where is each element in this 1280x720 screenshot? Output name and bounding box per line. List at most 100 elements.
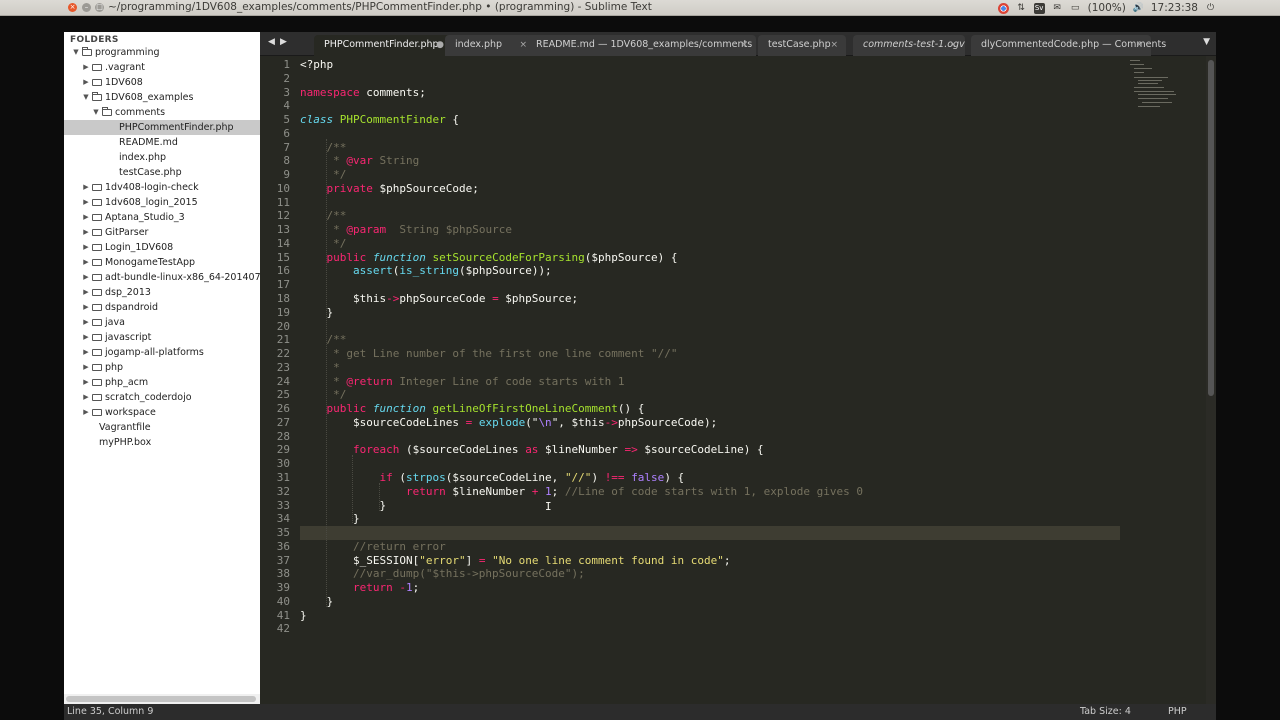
minimap[interactable] (1130, 60, 1190, 110)
editor-tab[interactable]: comments-test-1.ogv × (853, 35, 965, 56)
code-area[interactable]: <?php namespace comments; class PHPComment… (300, 58, 1120, 636)
code-line[interactable]: * (300, 361, 1120, 375)
code-line[interactable]: if (strpos($sourceCodeLine, "//") !== fa… (300, 471, 1120, 485)
folder-item[interactable]: ▶ 1dv608_login_2015 (64, 195, 260, 210)
collapsed-arrow-icon[interactable]: ▶ (82, 330, 90, 345)
code-line[interactable]: $_SESSION["error"] = "No one line commen… (300, 554, 1120, 568)
expanded-arrow-icon[interactable]: ▼ (82, 90, 90, 105)
collapsed-arrow-icon[interactable]: ▶ (82, 390, 90, 405)
window-maximize-button[interactable]: □ (95, 3, 104, 12)
folder-item[interactable]: ▶ scratch_coderdojo (64, 390, 260, 405)
collapsed-arrow-icon[interactable]: ▶ (82, 315, 90, 330)
scrollbar-thumb[interactable] (66, 696, 256, 702)
folder-item[interactable]: ▶ Login_1DV608 (64, 240, 260, 255)
code-line[interactable] (300, 622, 1120, 636)
tab-close-icon[interactable]: × (1135, 35, 1143, 55)
tab-size-selector[interactable]: Tab Size: 4 (1080, 704, 1131, 720)
editor-tab[interactable]: PHPCommentFinder.php ● (314, 35, 452, 56)
mail-icon[interactable]: ✉ (1052, 3, 1063, 14)
unsaved-dot-icon[interactable]: ● (436, 35, 444, 55)
code-line[interactable] (300, 430, 1120, 444)
editor-tab[interactable]: index.php × (445, 35, 535, 56)
collapsed-arrow-icon[interactable]: ▶ (82, 180, 90, 195)
collapsed-arrow-icon[interactable]: ▶ (82, 300, 90, 315)
tab-menu-icon[interactable]: ▼ (1203, 37, 1210, 47)
collapsed-arrow-icon[interactable]: ▶ (82, 285, 90, 300)
folder-item[interactable]: ▶ php (64, 360, 260, 375)
folder-item[interactable]: ▶ workspace (64, 405, 260, 420)
code-line[interactable]: <?php (300, 58, 1120, 72)
code-editor[interactable]: 1 2 3 4 5 6 7 8 9 10 11 12 13 14 15 16 17 18 19 20 21 22 23 24 2… (260, 56, 1216, 704)
keyboard-layout-icon[interactable]: Sv (1033, 2, 1045, 14)
editor-tab[interactable]: dlyCommentedCode.php — Comments × (971, 35, 1166, 56)
folder-item[interactable]: ▼ comments (64, 105, 260, 120)
code-line[interactable] (300, 526, 1120, 540)
folder-item[interactable]: ▶ php_acm (64, 375, 260, 390)
folder-item[interactable]: ▼ 1DV608_examples (64, 90, 260, 105)
file-item[interactable]: README.md (64, 135, 260, 150)
code-line[interactable] (300, 196, 1120, 210)
tab-close-icon[interactable]: × (740, 35, 748, 55)
syntax-selector[interactable]: PHP (1168, 704, 1187, 720)
code-line[interactable]: $sourceCodeLines = explode("\n", $this->… (300, 416, 1120, 430)
code-line[interactable]: assert(is_string($phpSource)); (300, 264, 1120, 278)
tab-scroll-left-icon[interactable]: ◀ (268, 37, 275, 47)
tab-scroll-right-icon[interactable]: ▶ (280, 37, 287, 47)
code-line[interactable] (300, 457, 1120, 471)
code-line[interactable]: } (300, 512, 1120, 526)
folder-item[interactable]: ▶ .vagrant (64, 60, 260, 75)
code-line[interactable]: */ (300, 237, 1120, 251)
code-line[interactable]: * @var String (300, 154, 1120, 168)
chrome-icon[interactable] (997, 2, 1009, 14)
folder-item[interactable]: ▶ GitParser (64, 225, 260, 240)
code-line[interactable]: namespace comments; (300, 86, 1120, 100)
tab-close-icon[interactable]: × (949, 35, 957, 55)
folder-item[interactable]: ▶ jogamp-all-platforms (64, 345, 260, 360)
file-item[interactable]: myPHP.box (64, 435, 260, 450)
code-line[interactable]: * get Line number of the first one line … (300, 347, 1120, 361)
sidebar-horizontal-scrollbar[interactable] (64, 694, 260, 704)
code-line[interactable]: * @return Integer Line of code starts wi… (300, 375, 1120, 389)
folder-item[interactable]: ▶ adt-bundle-linux-x86_64-20140702 (64, 270, 260, 285)
folder-item[interactable]: ▶ Aptana_Studio_3 (64, 210, 260, 225)
folder-item[interactable]: ▶ javascript (64, 330, 260, 345)
volume-icon[interactable]: 🔊 (1133, 3, 1144, 14)
window-minimize-button[interactable]: – (82, 3, 91, 12)
code-line[interactable] (300, 320, 1120, 334)
collapsed-arrow-icon[interactable]: ▶ (82, 75, 90, 90)
code-line[interactable]: return -1; (300, 581, 1120, 595)
code-line[interactable]: //var_dump("$this->phpSourceCode"); (300, 567, 1120, 581)
code-line[interactable]: */ (300, 388, 1120, 402)
editor-tab[interactable]: README.md — 1DV608_examples/comments × (526, 35, 756, 56)
file-item[interactable]: PHPCommentFinder.php (64, 120, 260, 135)
collapsed-arrow-icon[interactable]: ▶ (82, 270, 90, 285)
file-item[interactable]: testCase.php (64, 165, 260, 180)
code-line[interactable]: return $lineNumber + 1; //Line of code s… (300, 485, 1120, 499)
collapsed-arrow-icon[interactable]: ▶ (82, 345, 90, 360)
code-line[interactable] (300, 278, 1120, 292)
editor-tab[interactable]: testCase.php × (758, 35, 846, 56)
collapsed-arrow-icon[interactable]: ▶ (82, 195, 90, 210)
folder-item[interactable]: ▶ MonogameTestApp (64, 255, 260, 270)
battery-icon[interactable]: ▭ (1070, 3, 1081, 14)
code-line[interactable]: public function getLineOfFirstOneLineCom… (300, 402, 1120, 416)
code-line[interactable]: $this->phpSourceCode = $phpSource; (300, 292, 1120, 306)
clock[interactable]: 17:23:38 (1151, 2, 1198, 14)
folder-item[interactable]: ▶ java (64, 315, 260, 330)
power-icon[interactable]: ⏻ (1205, 3, 1216, 14)
network-arrows-icon[interactable]: ⇅ (1016, 3, 1027, 14)
code-line[interactable]: public function setSourceCodeForParsing(… (300, 251, 1120, 265)
code-line[interactable]: class PHPCommentFinder { (300, 113, 1120, 127)
folder-item[interactable]: ▶ dsp_2013 (64, 285, 260, 300)
collapsed-arrow-icon[interactable]: ▶ (82, 240, 90, 255)
collapsed-arrow-icon[interactable]: ▶ (82, 210, 90, 225)
code-line[interactable]: /** (300, 333, 1120, 347)
window-close-button[interactable]: × (68, 3, 77, 12)
collapsed-arrow-icon[interactable]: ▶ (82, 405, 90, 420)
file-item[interactable]: Vagrantfile (64, 420, 260, 435)
collapsed-arrow-icon[interactable]: ▶ (82, 360, 90, 375)
editor-vertical-scrollbar[interactable] (1206, 56, 1216, 704)
code-line[interactable]: } (300, 609, 1120, 623)
folder-item[interactable]: ▼ programming (64, 45, 260, 60)
expanded-arrow-icon[interactable]: ▼ (92, 105, 100, 120)
